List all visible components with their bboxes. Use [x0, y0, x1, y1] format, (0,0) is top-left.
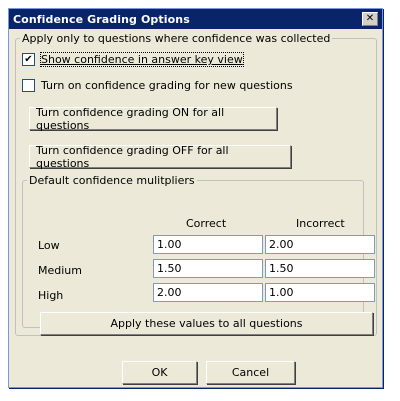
- high-correct-field[interactable]: [153, 283, 263, 302]
- incorrect-column-header: Incorrect: [296, 217, 345, 230]
- dialog-title: Confidence Grading Options: [13, 12, 190, 26]
- low-incorrect-field[interactable]: [265, 235, 375, 254]
- low-row-label: Low: [38, 239, 60, 252]
- turn-on-new-option[interactable]: Turn on confidence grading for new quest…: [22, 79, 293, 92]
- confidence-grading-dialog: Confidence Grading Options ✕ Apply only …: [8, 8, 383, 388]
- title-bar[interactable]: Confidence Grading Options ✕: [9, 9, 382, 29]
- turn-on-new-checkbox[interactable]: [22, 79, 35, 92]
- show-confidence-checkbox[interactable]: ✔: [22, 53, 35, 66]
- show-confidence-option[interactable]: ✔ Show confidence in answer key view: [22, 52, 244, 67]
- ok-button[interactable]: OK: [122, 361, 197, 384]
- medium-row-label: Medium: [38, 264, 82, 277]
- turn-on-new-label[interactable]: Turn on confidence grading for new quest…: [41, 79, 293, 92]
- low-correct-field[interactable]: [153, 235, 263, 254]
- close-icon: ✕: [365, 13, 375, 24]
- medium-correct-field[interactable]: [153, 259, 263, 278]
- correct-column-header: Correct: [186, 217, 227, 230]
- high-incorrect-field[interactable]: [265, 283, 375, 302]
- confidence-options-legend: Apply only to questions where confidence…: [20, 32, 333, 45]
- turn-on-all-button[interactable]: Turn confidence grading ON for all quest…: [29, 106, 277, 132]
- close-button[interactable]: ✕: [362, 12, 378, 26]
- high-row-label: High: [38, 289, 64, 302]
- show-confidence-label[interactable]: Show confidence in answer key view: [40, 52, 244, 67]
- medium-incorrect-field[interactable]: [265, 259, 375, 278]
- check-icon: ✔: [24, 53, 33, 65]
- apply-values-button[interactable]: Apply these values to all questions: [40, 312, 373, 335]
- turn-off-all-button[interactable]: Turn confidence grading OFF for all ques…: [29, 144, 291, 170]
- cancel-button[interactable]: Cancel: [206, 361, 295, 384]
- multipliers-legend: Default confidence mulitpliers: [27, 174, 197, 187]
